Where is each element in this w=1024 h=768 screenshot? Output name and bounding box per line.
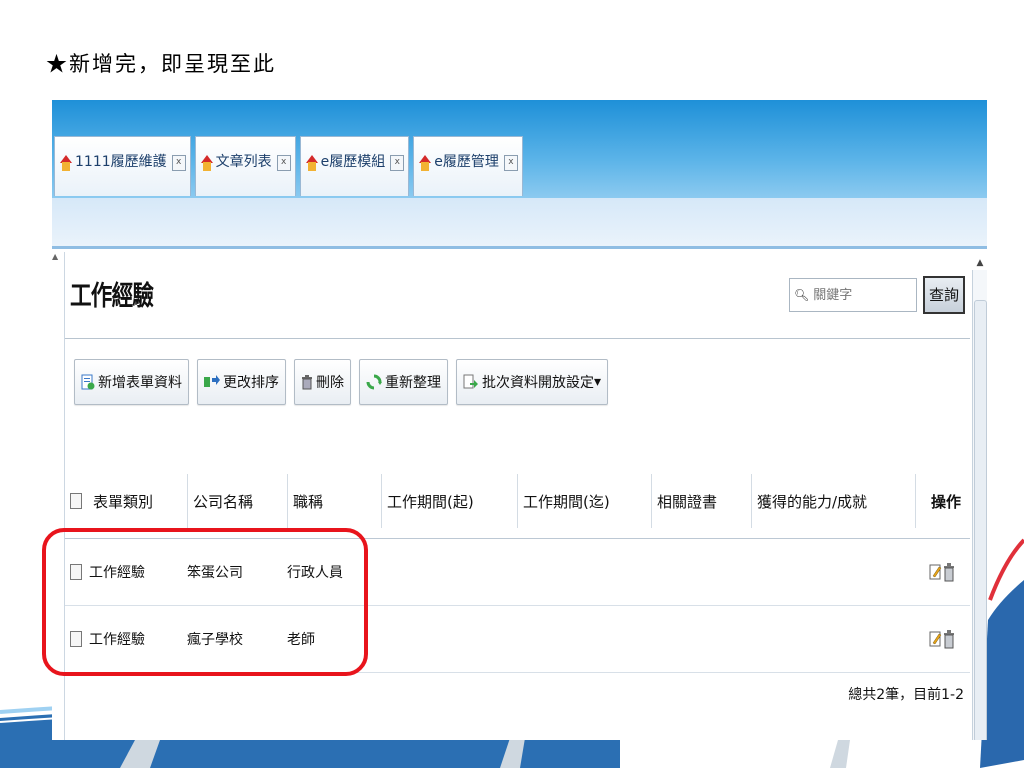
app-window: 1111履歷維護 x 文章列表 x e履歷模組 x e履歷管理 x ▲ ▲ 工作… xyxy=(52,100,987,740)
divider xyxy=(65,338,970,339)
refresh-icon xyxy=(366,374,382,390)
query-button[interactable]: 查詢 xyxy=(923,276,965,314)
header-start[interactable]: 工作期間(起) xyxy=(387,464,474,538)
tab-close-icon[interactable]: x xyxy=(276,155,291,171)
row-category: 工作經驗 xyxy=(89,632,145,648)
edit-icon[interactable] xyxy=(929,630,942,648)
table-row: 工作經驗 笨蛋公司 行政人員 xyxy=(65,539,970,606)
row-title: 老師 xyxy=(287,632,315,648)
trash-icon[interactable] xyxy=(943,562,955,582)
tab-close-icon[interactable]: x xyxy=(171,155,186,171)
tab-e-resume-module[interactable]: e履歷模組 x xyxy=(299,136,410,196)
add-form-button[interactable]: 新增表單資料 xyxy=(74,359,189,405)
row-title: 行政人員 xyxy=(287,565,343,581)
vertical-scrollbar[interactable]: ▲ xyxy=(972,258,987,740)
page-title: 工作經驗 xyxy=(70,281,154,312)
record-count: 總共2筆，目前1-2 xyxy=(848,687,964,703)
row-company: 瘋子學校 xyxy=(187,632,243,648)
tab-e-resume-manage[interactable]: e履歷管理 x xyxy=(413,136,523,196)
delete-label: 刪除 xyxy=(316,375,344,391)
scroll-up-icon[interactable]: ▲ xyxy=(973,258,987,268)
tab-label: 1111履歷維護 xyxy=(75,154,167,170)
delete-button[interactable]: 刪除 xyxy=(294,359,351,405)
table-row: 工作經驗 瘋子學校 老師 xyxy=(65,606,970,673)
header-certificate[interactable]: 相關證書 xyxy=(657,464,717,538)
house-icon xyxy=(60,155,72,171)
reorder-button[interactable]: 更改排序 xyxy=(197,359,286,405)
header-company[interactable]: 公司名稱 xyxy=(193,464,253,538)
dropdown-arrow-icon: ▾ xyxy=(594,374,602,390)
table-header: 表單類別 公司名稱 職稱 工作期間(起) 工作期間(迄) 相關證書 獲得的能力/… xyxy=(65,464,970,539)
tab-close-icon[interactable]: x xyxy=(503,155,518,171)
sub-toolbar xyxy=(52,198,987,249)
house-icon xyxy=(200,155,213,171)
trash-icon[interactable] xyxy=(943,629,955,649)
row-company: 笨蛋公司 xyxy=(187,565,243,581)
left-scroll-arrow[interactable]: ▲ xyxy=(52,252,62,740)
tab-label: e履歷管理 xyxy=(434,154,499,170)
trash-icon xyxy=(302,375,312,390)
header-end[interactable]: 工作期間(迄) xyxy=(523,464,610,538)
search-input[interactable] xyxy=(811,286,921,304)
reorganize-button[interactable]: 重新整理 xyxy=(359,359,448,405)
reorganize-label: 重新整理 xyxy=(385,375,441,391)
row-checkbox[interactable] xyxy=(70,631,82,647)
tab-label: 文章列表 xyxy=(215,154,272,170)
document-arrow-icon xyxy=(463,374,478,389)
tab-1111-resume[interactable]: 1111履歷維護 x xyxy=(54,136,191,196)
edit-icon[interactable] xyxy=(929,563,942,581)
tab-close-icon[interactable]: x xyxy=(390,155,405,171)
reorder-label: 更改排序 xyxy=(223,375,279,391)
house-icon xyxy=(305,155,318,171)
select-all-checkbox[interactable] xyxy=(70,493,82,509)
sort-icon xyxy=(204,375,220,387)
batch-open-setting-button[interactable]: 批次資料開放設定 ▾ xyxy=(456,359,609,405)
scrollbar-thumb[interactable] xyxy=(974,300,987,740)
tab-article-list[interactable]: 文章列表 x xyxy=(194,136,296,196)
action-toolbar: 新增表單資料 更改排序 刪除 重新整理 批次資料開放設定 ▾ xyxy=(74,359,609,405)
search-icon: 🔍︎ xyxy=(794,288,810,302)
data-table: 表單類別 公司名稱 職稱 工作期間(起) 工作期間(迄) 相關證書 獲得的能力/… xyxy=(65,464,970,673)
row-category: 工作經驗 xyxy=(89,565,145,581)
tab-label: e履歷模組 xyxy=(320,154,386,170)
header-title[interactable]: 職稱 xyxy=(293,464,323,538)
row-checkbox[interactable] xyxy=(70,564,82,580)
batch-open-setting-label: 批次資料開放設定 xyxy=(482,375,594,391)
header-achievement[interactable]: 獲得的能力/成就 xyxy=(757,464,867,538)
add-document-icon xyxy=(81,374,95,390)
house-icon xyxy=(419,155,432,171)
add-form-label: 新增表單資料 xyxy=(98,375,182,391)
slide-caption: ★新增完，即呈現至此 xyxy=(46,52,276,76)
header-category[interactable]: 表單類別 xyxy=(93,464,153,538)
header-operation: 操作 xyxy=(931,492,962,511)
main-content: 工作經驗 🔍︎ 查詢 新增表單資料 更改排序 刪除 重新整理 xyxy=(64,252,970,740)
search-box[interactable]: 🔍︎ xyxy=(789,278,921,312)
tab-bar: 1111履歷維護 x 文章列表 x e履歷模組 x e履歷管理 x xyxy=(52,100,987,198)
